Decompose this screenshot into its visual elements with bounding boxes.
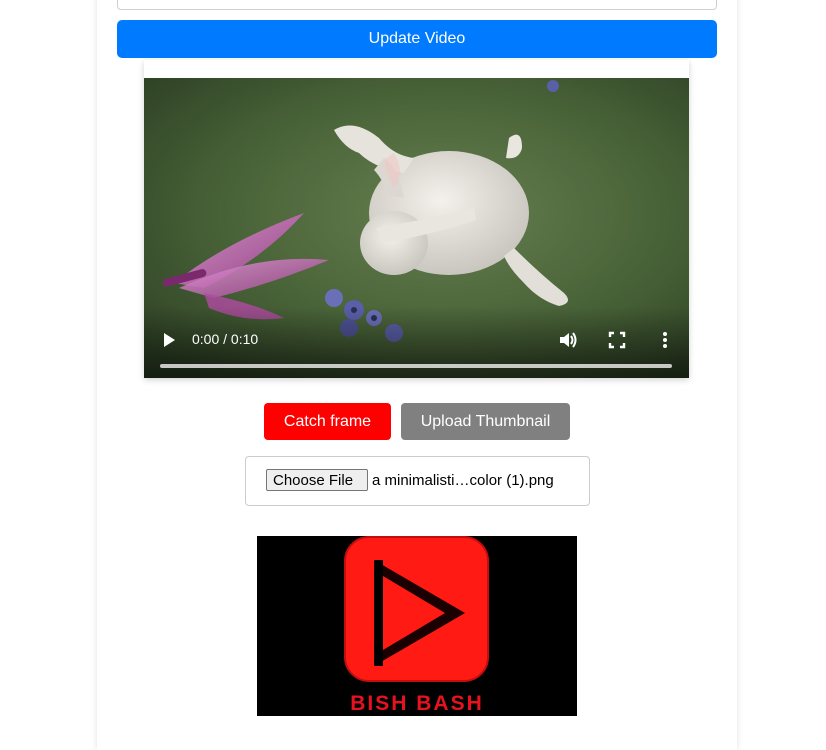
video-url-input[interactable]: [117, 0, 717, 10]
upload-thumbnail-button[interactable]: Upload Thumbnail: [401, 403, 570, 440]
more-vertical-icon[interactable]: [658, 330, 672, 350]
update-video-button[interactable]: Update Video: [117, 20, 717, 58]
play-icon[interactable]: [161, 332, 177, 348]
thumbnail-brand-text: BISH BASH: [350, 692, 484, 715]
video-progress-bar[interactable]: [160, 364, 672, 368]
video-controls-bar: 0:00 / 0:10: [144, 306, 689, 378]
choose-file-button[interactable]: Choose File: [266, 469, 368, 491]
file-input-container: Choose File a minimalisti…color (1).png: [245, 456, 590, 506]
video-time-display: 0:00 / 0:10: [192, 331, 259, 347]
volume-icon[interactable]: [558, 330, 578, 350]
video-frame[interactable]: 0:00 / 0:10: [144, 78, 689, 378]
video-player[interactable]: 0:00 / 0:10: [144, 60, 689, 378]
fullscreen-icon[interactable]: [608, 331, 626, 349]
selected-file-name: a minimalisti…color (1).png: [372, 472, 554, 489]
play-logo-icon: [344, 536, 489, 682]
thumbnail-preview: BISH BASH: [257, 536, 577, 716]
catch-frame-button[interactable]: Catch frame: [264, 403, 391, 440]
